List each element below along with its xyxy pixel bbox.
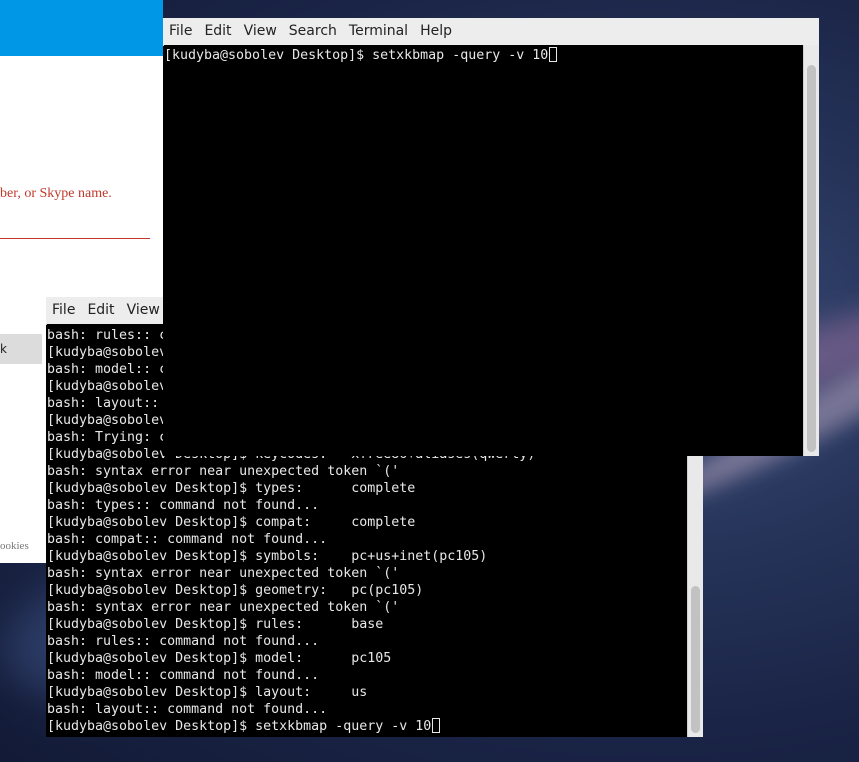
terminal-prompt-line[interactable]: [kudyba@sobolev Desktop]$ setxkbmap -que… bbox=[47, 718, 688, 735]
terminal-line: bash: compat:: command not found... bbox=[47, 532, 328, 547]
terminal-menubar: File Edit View Search Terminal Help bbox=[163, 18, 819, 46]
login-hint-text: ber, or Skype name. bbox=[0, 186, 112, 201]
login-input-underline[interactable] bbox=[0, 238, 150, 239]
terminal-line: [kudyba@sobolev Desktop]$ rules: base bbox=[47, 617, 384, 632]
text-cursor bbox=[549, 47, 558, 62]
browser-button[interactable]: k bbox=[0, 334, 42, 364]
menu-view[interactable]: View bbox=[238, 18, 283, 45]
prompt-text: [kudyba@sobolev Desktop]$ setxkbmap -que… bbox=[164, 48, 549, 63]
terminal-line: [kudyba@sobolev Desktop]$ symbols: pc+us… bbox=[47, 549, 488, 564]
terminal-line: [kudyba@sobolev Desktop]$ model: pc105 bbox=[47, 651, 392, 666]
menu-file[interactable]: File bbox=[163, 18, 198, 45]
terminal-line: bash: types:: command not found... bbox=[47, 498, 320, 513]
terminal-line: [kudyba@sobolev Desktop]$ compat: comple… bbox=[47, 515, 416, 530]
terminal-line: [kudyba@sobolev Desktop]$ types: complet… bbox=[47, 481, 416, 496]
terminal-line: bash: model:: command not found... bbox=[47, 668, 320, 683]
menu-help[interactable]: Help bbox=[414, 18, 458, 45]
terminal-scrollbar[interactable] bbox=[803, 45, 819, 456]
terminal-output[interactable]: [kudyba@sobolev Desktop]$ setxkbmap -que… bbox=[164, 45, 804, 456]
cookies-link[interactable]: ookies bbox=[0, 540, 29, 552]
terminal-line: bash: syntax error near unexpected token… bbox=[47, 464, 400, 479]
menu-edit[interactable]: Edit bbox=[81, 297, 120, 324]
scrollbar-thumb[interactable] bbox=[807, 65, 816, 452]
text-cursor bbox=[432, 718, 441, 733]
prompt-text: [kudyba@sobolev Desktop]$ setxkbmap -que… bbox=[47, 719, 432, 734]
menu-edit[interactable]: Edit bbox=[198, 18, 237, 45]
terminal-line: bash: syntax error near unexpected token… bbox=[47, 566, 400, 581]
terminal-prompt-line[interactable]: [kudyba@sobolev Desktop]$ setxkbmap -que… bbox=[164, 47, 804, 64]
terminal-line: [kudyba@sobolev Desktop]$ layout: us bbox=[47, 685, 368, 700]
terminal-line: bash: syntax error near unexpected token… bbox=[47, 600, 400, 615]
menu-search[interactable]: Search bbox=[283, 18, 343, 45]
menu-file[interactable]: File bbox=[46, 297, 81, 324]
menu-view[interactable]: View bbox=[121, 297, 166, 324]
terminal-line: [kudyba@sobolev Desktop]$ geometry: pc(p… bbox=[47, 583, 424, 598]
terminal-window-front[interactable]: File Edit View Search Terminal Help [kud… bbox=[163, 18, 819, 456]
terminal-line: bash: layout:: command not found... bbox=[47, 702, 328, 717]
scrollbar-thumb[interactable] bbox=[691, 586, 700, 733]
terminal-line: bash: rules:: command not found... bbox=[47, 634, 320, 649]
menu-terminal[interactable]: Terminal bbox=[343, 18, 414, 45]
browser-header-bar bbox=[0, 0, 163, 56]
